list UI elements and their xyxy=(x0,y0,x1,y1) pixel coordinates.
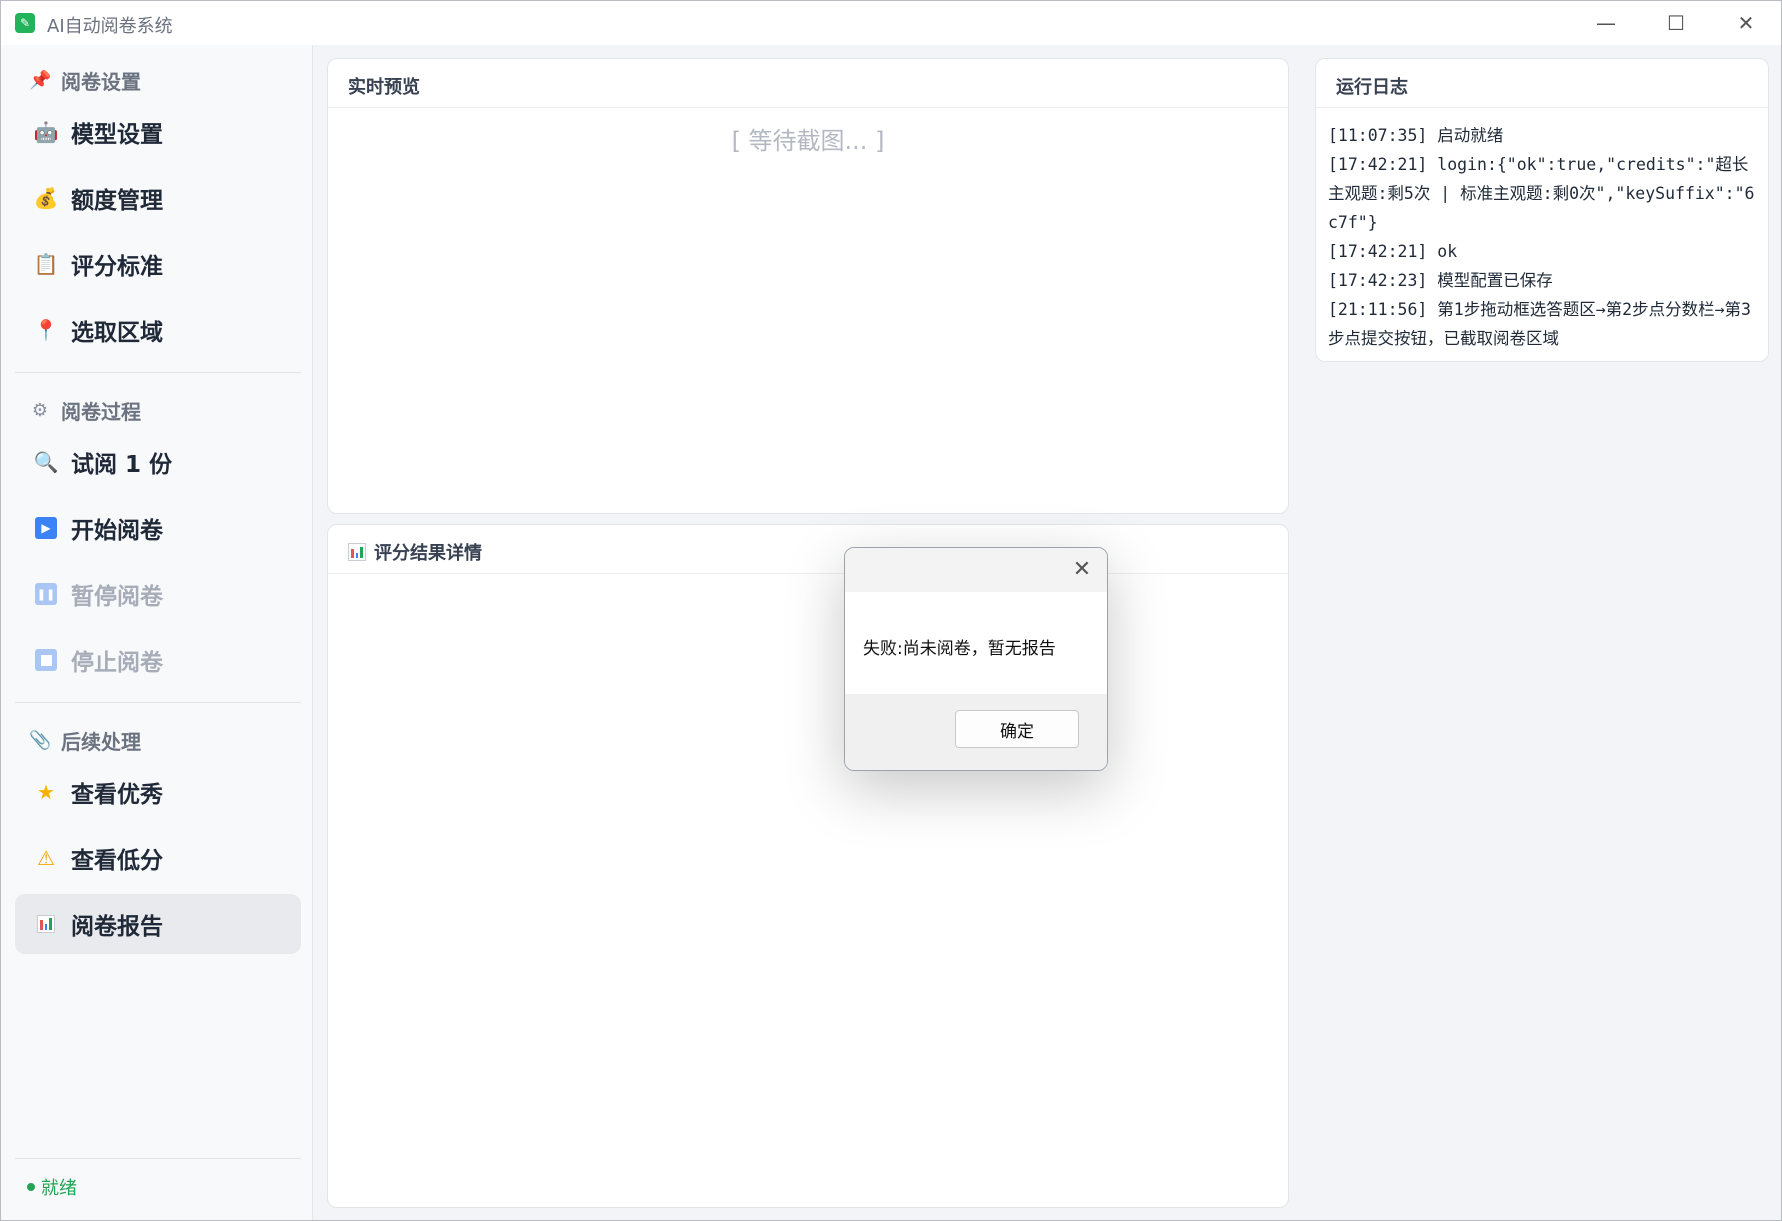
nav-item-select-region[interactable]: 📍 选取区域 xyxy=(15,300,301,360)
status-dot-icon xyxy=(27,1183,35,1191)
app-logo-icon: ✎ xyxy=(15,13,35,33)
section-header-settings: 📌 阅卷设置 xyxy=(29,65,141,95)
section-label: 后续处理 xyxy=(61,729,141,754)
ok-button[interactable]: 确定 xyxy=(955,710,1079,748)
nav-item-quota[interactable]: 💰 额度管理 xyxy=(15,168,301,228)
window-title: AI自动阅卷系统 xyxy=(47,16,173,37)
results-title: 评分结果详情 xyxy=(348,539,482,565)
results-panel: 评分结果详情 xyxy=(327,524,1289,1208)
dialog-message: 失败:尚未阅卷，暂无报告 xyxy=(863,639,1056,659)
nav-item-label: 额度管理 xyxy=(71,188,163,214)
nav-item-stop-grading[interactable]: 停止阅卷 xyxy=(15,630,301,690)
sidebar: 📌 阅卷设置 🤖 模型设置 💰 额度管理 📋 评分标准 📍 选取区域 ⚙ 阅卷过… xyxy=(1,45,313,1220)
money-bag-icon: 💰 xyxy=(33,186,59,210)
clipboard-icon: 📋 xyxy=(33,252,59,276)
panel-divider xyxy=(328,573,1288,574)
nav-item-start-grading[interactable]: ▶ 开始阅卷 xyxy=(15,498,301,558)
nav-item-trial-grade[interactable]: 🔍 试阅 1 份 xyxy=(15,432,301,492)
sidebar-divider xyxy=(15,1158,301,1159)
nav-item-view-excellent[interactable]: ★ 查看优秀 xyxy=(15,762,301,822)
nav-item-label: 选取区域 xyxy=(71,320,163,346)
paperclip-icon: 📎 xyxy=(29,729,52,751)
preview-title-text: 实时预览 xyxy=(348,77,420,98)
log-line: [17:42:21] login:{"ok":true,"credits":"超… xyxy=(1328,155,1755,232)
log-line: [17:42:23] 模型配置已保存 xyxy=(1328,271,1553,290)
nav-item-view-low-scores[interactable]: ⚠ 查看低分 xyxy=(15,828,301,888)
section-header-post-processing: 📎 后续处理 xyxy=(29,725,141,755)
gear-icon: ⚙ xyxy=(31,399,49,421)
nav-item-label: 开始阅卷 xyxy=(71,518,163,544)
bar-chart-icon xyxy=(33,911,59,937)
nav-item-grading-report[interactable]: 阅卷报告 xyxy=(15,894,301,954)
log-title-text: 运行日志 xyxy=(1336,77,1408,98)
bar-chart-icon xyxy=(348,543,366,561)
magnifier-icon: 🔍 xyxy=(33,450,59,474)
nav-item-label: 暂停阅卷 xyxy=(71,584,163,610)
warning-icon: ⚠ xyxy=(37,846,55,870)
stop-icon xyxy=(33,647,59,673)
log-output[interactable]: [11:07:35] 启动就绪 [17:42:21] login:{"ok":t… xyxy=(1328,121,1760,353)
nav-item-label: 查看低分 xyxy=(71,848,163,874)
nav-item-scoring-criteria[interactable]: 📋 评分标准 xyxy=(15,234,301,294)
section-label: 阅卷设置 xyxy=(61,69,141,94)
results-title-text: 评分结果详情 xyxy=(374,543,482,564)
section-header-process: ⚙ 阅卷过程 xyxy=(29,395,141,425)
nav-item-model-settings[interactable]: 🤖 模型设置 xyxy=(15,102,301,162)
log-line: [21:11:56] 第1步拖动框选答题区→第2步点分数栏→第3步点提交按钮，已… xyxy=(1328,300,1751,348)
play-icon: ▶ xyxy=(33,515,59,541)
status-text: 就绪 xyxy=(41,1178,77,1199)
close-icon: ✕ xyxy=(1072,556,1092,582)
panel-divider xyxy=(328,107,1288,108)
nav-item-label: 评分标准 xyxy=(71,254,163,280)
section-label: 阅卷过程 xyxy=(61,399,141,424)
sidebar-divider xyxy=(15,372,301,373)
dialog-close-button[interactable]: ✕ xyxy=(1067,554,1097,584)
app-window: ✎ AI自动阅卷系统 — ☐ ✕ 📌 阅卷设置 🤖 模型设置 💰 额度管理 📋 … xyxy=(0,0,1782,1221)
pushpin-icon: 📌 xyxy=(29,69,52,91)
nav-item-label: 试阅 1 份 xyxy=(71,452,173,478)
log-line: [11:07:35] 启动就绪 xyxy=(1328,126,1504,145)
status-indicator: 就绪 xyxy=(27,1174,77,1200)
preview-placeholder: [ 等待截图... ] xyxy=(731,127,885,155)
title-bar: ✎ AI自动阅卷系统 — ☐ ✕ xyxy=(1,1,1781,45)
star-icon: ★ xyxy=(37,780,55,804)
pause-icon: ❚❚ xyxy=(33,581,59,607)
minimize-button[interactable]: — xyxy=(1571,1,1641,45)
log-line: [17:42:21] ok xyxy=(1328,242,1458,261)
panel-divider xyxy=(1316,107,1768,108)
error-dialog: ✕ 失败:尚未阅卷，暂无报告 确定 xyxy=(844,547,1108,771)
log-title: 运行日志 xyxy=(1336,73,1408,99)
preview-title: 实时预览 xyxy=(348,73,420,99)
round-pin-icon: 📍 xyxy=(33,318,59,342)
dialog-header: ✕ xyxy=(845,548,1107,592)
nav-item-label: 停止阅卷 xyxy=(71,650,163,676)
preview-panel: 实时预览 [ 等待截图... ] xyxy=(327,58,1289,514)
nav-item-pause-grading[interactable]: ❚❚ 暂停阅卷 xyxy=(15,564,301,624)
robot-icon: 🤖 xyxy=(33,120,59,144)
sidebar-divider xyxy=(15,702,301,703)
nav-item-label: 阅卷报告 xyxy=(71,914,163,940)
nav-item-label: 查看优秀 xyxy=(71,782,163,808)
log-panel: 运行日志 [11:07:35] 启动就绪 [17:42:21] login:{"… xyxy=(1315,58,1769,362)
dialog-footer: 确定 xyxy=(845,694,1107,770)
maximize-button[interactable]: ☐ xyxy=(1641,1,1711,45)
close-window-button[interactable]: ✕ xyxy=(1711,1,1781,45)
nav-item-label: 模型设置 xyxy=(71,122,163,148)
